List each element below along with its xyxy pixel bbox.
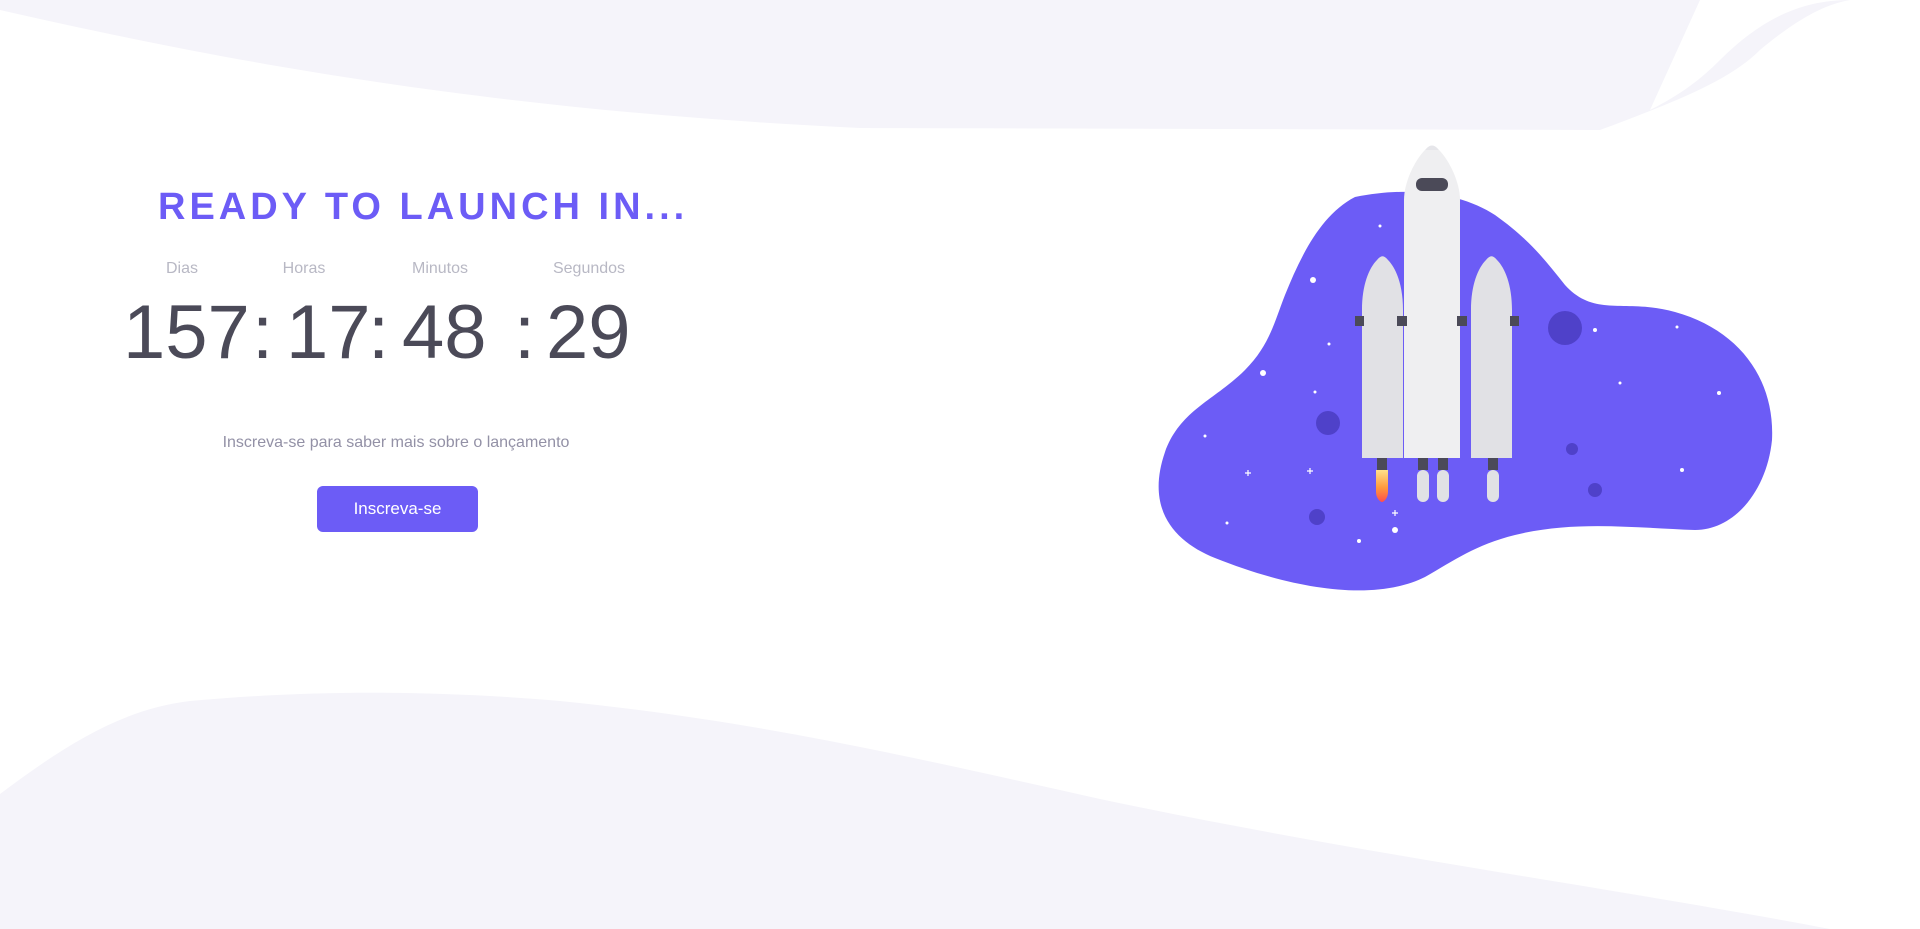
countdown-section: READY TO LAUNCH IN... Dias Horas Minutos… (0, 0, 800, 929)
separator: : (252, 290, 274, 375)
minutes-label: Minutos (411, 260, 469, 277)
separator: : (514, 290, 536, 375)
purple-blob (1158, 191, 1773, 591)
hours-value: 17 (286, 290, 371, 375)
separator: : (368, 290, 390, 375)
rocket-illustration (1158, 145, 1773, 591)
days-value: 157 (123, 290, 250, 375)
subscribe-hint: Inscreva-se para saber mais sobre o lanç… (222, 434, 570, 451)
seconds-label: Segundos (552, 260, 626, 277)
hours-label: Horas (282, 260, 326, 277)
minutes-value: 48 (402, 290, 487, 375)
seconds-value: 29 (546, 290, 631, 375)
page-title: READY TO LAUNCH IN... (158, 186, 689, 228)
days-label: Dias (165, 260, 198, 277)
subscribe-button[interactable]: Inscreva-se (317, 486, 478, 532)
